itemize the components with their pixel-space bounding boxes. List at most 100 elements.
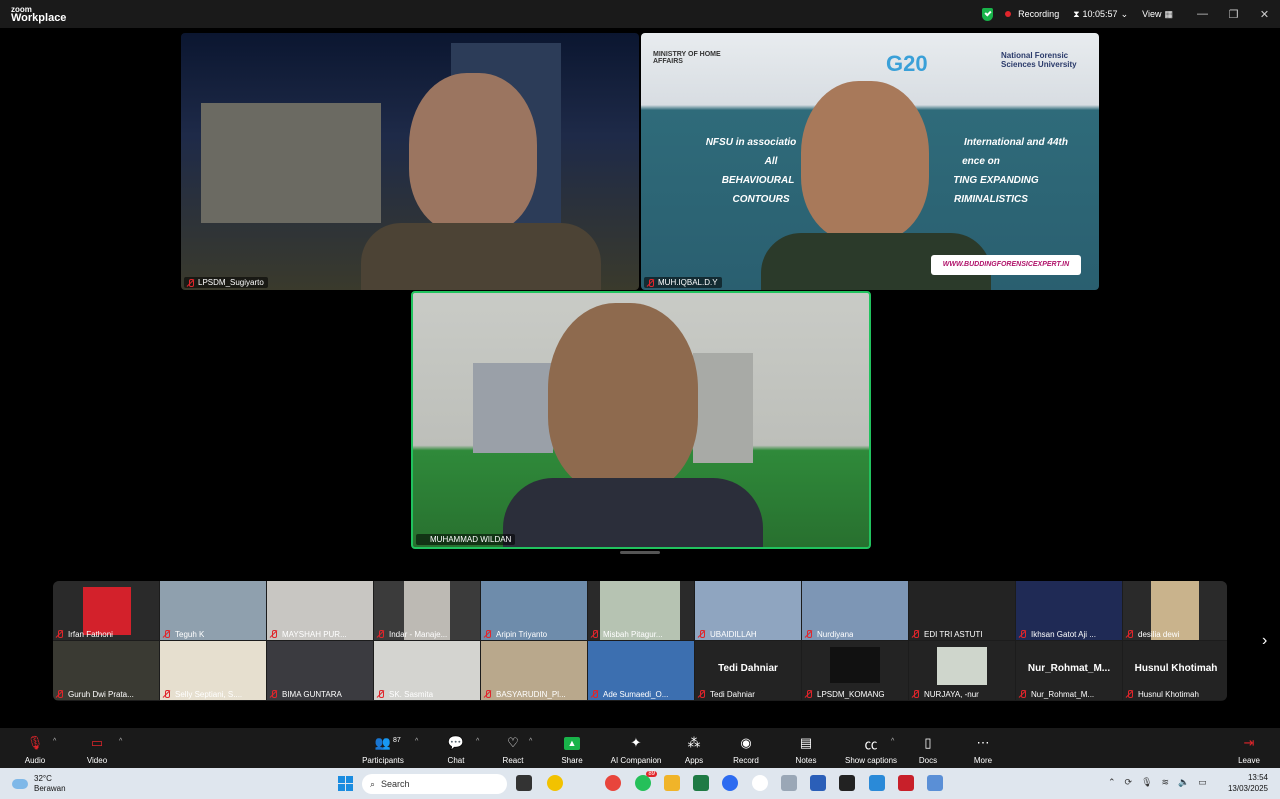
minimize-button[interactable]: — bbox=[1187, 8, 1218, 20]
building-right bbox=[693, 353, 753, 463]
thumb-tile[interactable]: Aripin Triyanto bbox=[481, 581, 587, 640]
thumb-tile[interactable]: Nurdiyana bbox=[802, 581, 908, 640]
ai-companion-button[interactable]: ✦ AI Companion bbox=[606, 734, 666, 765]
thumb-display-name: Nur_Rohmat_M... bbox=[1027, 663, 1111, 674]
banner-line4: CONTOURS bbox=[732, 194, 790, 205]
thumb-tile[interactable]: Guruh Dwi Prata... bbox=[53, 641, 159, 700]
thumb-tile[interactable]: SK. Sasmita bbox=[374, 641, 480, 700]
video-button[interactable]: ▭ Video bbox=[82, 734, 112, 765]
word-icon[interactable] bbox=[810, 775, 826, 791]
thumb-tile[interactable]: Indar - Manaje... bbox=[374, 581, 480, 640]
chrome-icon[interactable] bbox=[605, 775, 621, 791]
close-button[interactable]: ✕ bbox=[1249, 8, 1280, 21]
thumb-tile[interactable]: NURJAYA, -nur bbox=[909, 641, 1015, 700]
resize-handle[interactable] bbox=[620, 551, 660, 554]
wifi-icon[interactable]: ≋ bbox=[1162, 777, 1170, 788]
chat-options-chevron-icon[interactable]: ^ bbox=[476, 738, 479, 745]
excel-icon[interactable] bbox=[693, 775, 709, 791]
apps-button[interactable]: ⁂ Apps bbox=[679, 734, 709, 765]
task-view-icon[interactable] bbox=[516, 775, 532, 791]
video-tile-wildan-active-speaker[interactable]: MUHAMMAD WILDAN bbox=[411, 291, 871, 549]
app-icon[interactable] bbox=[869, 775, 885, 791]
video-tile-sugiyarto[interactable]: LPSDM_Sugiyarto bbox=[181, 33, 639, 290]
clock[interactable]: 13:54 13/03/2025 bbox=[1228, 772, 1268, 794]
whatsapp-icon[interactable]: 89 bbox=[635, 771, 657, 791]
cloud-icon bbox=[12, 779, 28, 789]
weather-widget[interactable]: 32°C Berawan bbox=[12, 774, 66, 794]
app-icon[interactable] bbox=[752, 775, 768, 791]
react-options-chevron-icon[interactable]: ^ bbox=[529, 738, 532, 745]
thumb-name: Indar - Manaje... bbox=[389, 630, 448, 639]
timer-value: 10:05:57 bbox=[1082, 9, 1118, 19]
thumb-tile[interactable]: Nur_Rohmat_M... Nur_Rohmat_M... bbox=[1016, 641, 1122, 700]
brand-line2: Workplace bbox=[11, 12, 67, 24]
record-label: Record bbox=[733, 756, 759, 765]
participant-name-label: MUH.IQBAL.D.Y bbox=[644, 277, 722, 288]
leave-button[interactable]: ⇥ Leave bbox=[1234, 734, 1264, 765]
snipping-tool-icon[interactable] bbox=[927, 775, 943, 791]
zoom-icon[interactable] bbox=[722, 775, 738, 791]
chat-button[interactable]: 💬 Chat bbox=[441, 734, 471, 765]
sync-icon[interactable]: ⟳ bbox=[1125, 777, 1133, 788]
share-button[interactable]: ▲ Share bbox=[557, 734, 587, 765]
thumb-tile[interactable]: Ade Sumaedi_O... bbox=[588, 641, 694, 700]
thumb-tile[interactable]: Husnul Khotimah Husnul Khotimah bbox=[1123, 641, 1227, 700]
recording-indicator[interactable]: Recording bbox=[1005, 9, 1059, 19]
audio-label: Audio bbox=[24, 756, 46, 765]
volume-icon[interactable]: 🔈 bbox=[1178, 777, 1189, 788]
sticky-notes-icon[interactable] bbox=[839, 775, 855, 791]
notes-button[interactable]: ▤ Notes bbox=[791, 734, 821, 765]
building-left bbox=[473, 363, 553, 453]
thumb-tile[interactable]: BIMA GUNTARA bbox=[267, 641, 373, 700]
thumb-tile[interactable]: Selly Septiani, S.... bbox=[160, 641, 266, 700]
more-button[interactable]: ⋯ More bbox=[968, 734, 998, 765]
taskbar-search[interactable]: ⌕ Search bbox=[362, 774, 507, 794]
captions-options-chevron-icon[interactable]: ^ bbox=[891, 738, 894, 745]
thumb-tile[interactable]: LPSDM_KOMANG bbox=[802, 641, 908, 700]
thumb-tile[interactable]: BASYARUDIN_Pl... bbox=[481, 641, 587, 700]
battery-icon[interactable]: ▭ bbox=[1198, 777, 1207, 788]
chevron-up-icon[interactable]: ⌃ bbox=[1108, 777, 1116, 788]
encryption-shield-icon[interactable] bbox=[982, 7, 994, 21]
thumb-tile[interactable]: desilia dewi bbox=[1123, 581, 1227, 640]
record-icon: ◉ bbox=[740, 735, 752, 750]
participants-options-chevron-icon[interactable]: ^ bbox=[415, 738, 418, 745]
acrobat-icon[interactable] bbox=[898, 775, 914, 791]
audio-options-chevron-icon[interactable]: ^ bbox=[53, 738, 56, 745]
thumb-tile[interactable]: MAYSHAH PUR... bbox=[267, 581, 373, 640]
thumb-tile[interactable]: UBAIDILLAH bbox=[695, 581, 801, 640]
react-button[interactable]: ♡ React bbox=[498, 734, 528, 765]
thumb-photo bbox=[83, 587, 131, 635]
windows-start-icon[interactable] bbox=[338, 776, 353, 791]
mic-icon[interactable]: 🎙 bbox=[1141, 777, 1152, 788]
mic-muted-icon: 🎙 bbox=[26, 735, 44, 750]
video-tile-iqbal[interactable]: MINISTRY OF HOME AFFAIRS G20 National Fo… bbox=[641, 33, 1099, 290]
meeting-timer[interactable]: ⧗ 10:05:57 ⌄ bbox=[1073, 9, 1128, 20]
thumb-name: Selly Septiani, S.... bbox=[175, 690, 243, 699]
view-button[interactable]: View ▦ bbox=[1142, 9, 1173, 20]
thumb-name: MAYSHAH PUR... bbox=[282, 630, 347, 639]
thumb-tile[interactable]: Misbah Pitagur... bbox=[588, 581, 694, 640]
record-button[interactable]: ◉ Record bbox=[731, 734, 761, 765]
thumb-tile[interactable]: Tedi Dahniar Tedi Dahniar bbox=[695, 641, 801, 700]
video-options-chevron-icon[interactable]: ^ bbox=[119, 738, 122, 745]
thumb-name: Tedi Dahniar bbox=[710, 690, 755, 699]
docs-button[interactable]: ▯ Docs bbox=[913, 734, 943, 765]
thumb-tile[interactable]: Ikhsan Gatot Aji ... bbox=[1016, 581, 1122, 640]
share-label: Share bbox=[561, 756, 583, 765]
thumb-name: Ikhsan Gatot Aji ... bbox=[1031, 630, 1096, 639]
next-page-chevron-icon[interactable]: › bbox=[1262, 632, 1267, 650]
video-label: Video bbox=[86, 756, 108, 765]
notes-label: Notes bbox=[795, 756, 817, 765]
thumb-tile[interactable]: Irfan Fathoni bbox=[53, 581, 159, 640]
thumb-display-name: Tedi Dahniar bbox=[718, 663, 778, 674]
file-explorer-icon[interactable] bbox=[664, 775, 680, 791]
restore-button[interactable]: ❐ bbox=[1218, 8, 1249, 21]
audio-button[interactable]: 🎙 Audio bbox=[20, 734, 50, 765]
more-label: More bbox=[973, 756, 993, 765]
participant-name-label: LPSDM_Sugiyarto bbox=[184, 277, 268, 288]
app-icon[interactable] bbox=[547, 775, 563, 791]
thumb-tile[interactable]: Teguh K bbox=[160, 581, 266, 640]
app-icon[interactable] bbox=[781, 775, 797, 791]
thumb-tile[interactable]: EDI TRI ASTUTI bbox=[909, 581, 1015, 640]
